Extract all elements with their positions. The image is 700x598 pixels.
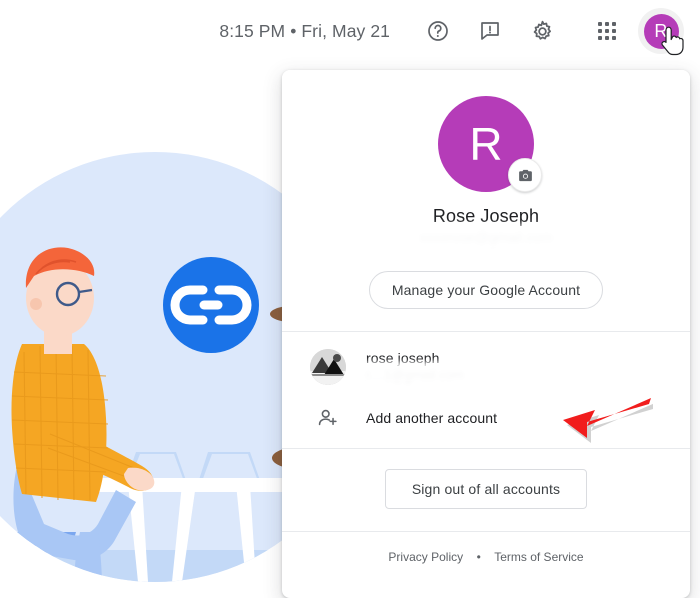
person-add-icon — [310, 407, 346, 429]
add-another-account-label: Add another account — [366, 410, 497, 426]
privacy-policy-link[interactable]: Privacy Policy — [388, 550, 463, 564]
manage-google-account-button[interactable]: Manage your Google Account — [369, 271, 603, 309]
apps-grid-icon[interactable] — [590, 14, 624, 48]
account-list-name: rose joseph — [366, 350, 464, 366]
header-avatar-initial: R — [644, 14, 679, 49]
sign-out-all-accounts-button[interactable]: Sign out of all accounts — [385, 469, 587, 509]
footer-separator: • — [477, 550, 481, 564]
email-redaction-overlay — [388, 230, 584, 247]
top-header-bar: 8:15 PM • Fri, May 21 — [0, 0, 700, 62]
terms-of-service-link[interactable]: Terms of Service — [494, 550, 583, 564]
header-account-avatar-button[interactable]: R — [638, 8, 684, 54]
account-email-redacted: xxxxrose@gmail.com — [282, 229, 690, 253]
list-item-account[interactable]: rose joseph r....1@gmail.com — [282, 340, 690, 394]
feedback-icon[interactable] — [473, 14, 507, 48]
email-redaction-overlay-2 — [360, 367, 520, 381]
account-header-section: R Rose Joseph xxxxrose@gmail.com Manage … — [282, 70, 690, 331]
photo-avatar — [310, 349, 346, 385]
avatar — [310, 349, 346, 385]
add-another-account-item[interactable]: Add another account — [282, 394, 690, 442]
account-list-email-redacted: r....1@gmail.com — [366, 367, 464, 385]
apps-grid-dots — [598, 22, 616, 40]
gear-icon[interactable] — [525, 14, 559, 48]
camera-icon[interactable] — [508, 158, 542, 192]
panel-footer: Privacy Policy • Terms of Service — [282, 532, 690, 580]
help-circle-icon[interactable] — [421, 14, 455, 48]
account-name: Rose Joseph — [282, 206, 690, 227]
account-popup-panel: R Rose Joseph xxxxrose@gmail.com Manage … — [282, 70, 690, 598]
account-meta: rose joseph r....1@gmail.com — [366, 350, 464, 385]
sign-out-section: Sign out of all accounts — [282, 449, 690, 531]
account-avatar[interactable]: R — [438, 96, 534, 192]
other-accounts-section: rose joseph r....1@gmail.com Add another… — [282, 332, 690, 448]
illustration-svg — [0, 62, 330, 598]
background-illustration — [0, 62, 330, 598]
app-root: 8:15 PM • Fri, May 21 — [0, 0, 700, 598]
header-datetime: 8:15 PM • Fri, May 21 — [219, 21, 390, 42]
